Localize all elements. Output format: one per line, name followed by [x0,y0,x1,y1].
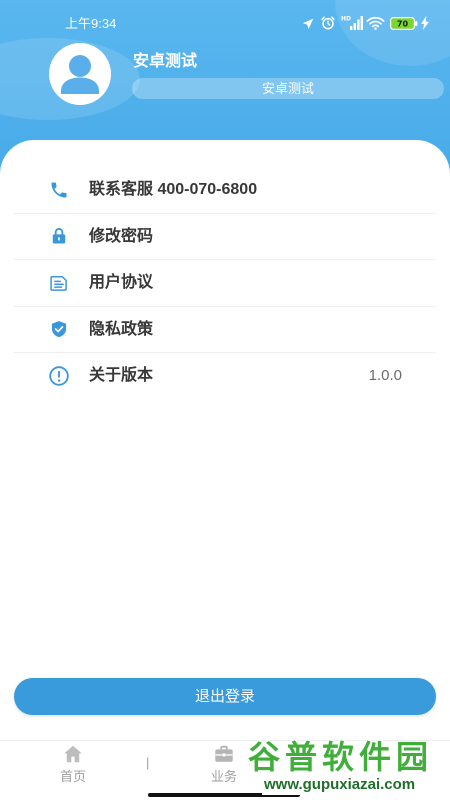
menu-label: 隐私政策 [89,320,154,338]
menu-label: 用户协议 [89,274,154,291]
profile-subtitle: 安卓测试 [132,78,444,99]
avatar[interactable] [49,43,111,105]
version-value: 1.0.0 [368,367,402,384]
tab-separator: | [146,755,150,770]
wifi-icon [366,16,385,30]
briefcase-icon [215,745,233,762]
settings-menu: 联系客服 400-070-6800 修改密码 用户协议 隐私政策 关于版本 1.… [14,167,436,400]
menu-item-about-version[interactable]: 关于版本 1.0.0 [14,353,436,400]
signal-badge: HD [341,16,351,23]
header-decoration-right [335,0,450,66]
status-time: 上午9:34 [65,16,117,31]
menu-label: 修改密码 [89,227,154,245]
tab-home[interactable]: 首页 [23,741,123,791]
menu-label: 关于版本 [89,367,154,384]
battery-level: 70 [397,19,409,28]
charging-icon [421,16,429,30]
tab-label: 首页 [59,769,86,784]
menu-label: 联系客服 400-070-6800 [89,181,258,198]
navigation-icon [302,18,314,29]
home-icon [64,745,82,763]
menu-item-privacy-policy[interactable]: 隐私政策 [14,307,436,353]
alarm-icon [321,16,335,30]
menu-item-change-password[interactable]: 修改密码 [14,214,436,260]
exclamation-circle-icon [49,366,69,386]
phone-icon [51,182,67,198]
profile-name: 安卓测试 [133,53,198,70]
watermark-brand: 谷普软件园 [248,740,434,775]
watermark: 谷普软件园 www.gupuxiazai.com [248,740,448,798]
watermark-url: www.gupuxiazai.com [262,775,418,795]
person-icon [61,55,99,94]
logout-button[interactable]: 退出登录 [14,678,436,715]
menu-item-user-agreement[interactable]: 用户协议 [14,260,436,307]
lock-icon [52,228,66,244]
document-icon [50,275,67,291]
shield-check-icon [51,321,67,338]
battery-icon: 70 [390,17,418,30]
signal-icon: HD [341,16,363,30]
menu-item-customer-service[interactable]: 联系客服 400-070-6800 [14,167,436,214]
